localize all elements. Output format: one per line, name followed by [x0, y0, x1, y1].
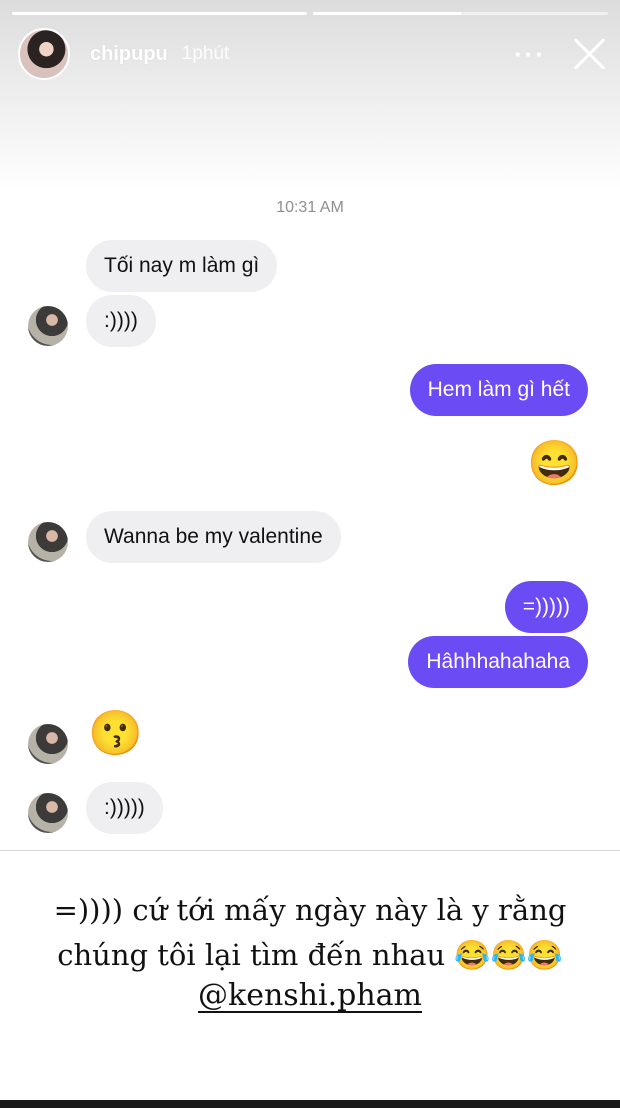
post-time: 1phút: [181, 43, 230, 64]
sender-avatar: [28, 306, 68, 346]
sender-avatar: [28, 793, 68, 833]
story-view: chipupu 1phút ··· 10:31 AM Tối nay m làm…: [0, 0, 620, 1108]
message-bubble-incoming: :)))): [86, 295, 156, 347]
story-header: chipupu 1phút ···: [18, 28, 606, 80]
message-bubble-outgoing: Hem làm gì hết: [409, 364, 588, 416]
mention-link[interactable]: @kenshi.pham: [0, 974, 620, 1018]
chat-timestamp: 10:31 AM: [276, 199, 344, 216]
caption-line-2: chúng tôi lại tìm đến nhau 😂😂😂: [57, 938, 563, 972]
message-bubble-outgoing: Hâhhhahahaha: [408, 636, 588, 688]
progress-segment-2: [313, 12, 608, 15]
username[interactable]: chipupu: [90, 43, 168, 66]
caption-line-1: =)))) cứ tới mấy ngày này là y rằng: [53, 893, 567, 927]
mention-text[interactable]: @kenshi.pham: [198, 978, 422, 1013]
avatar[interactable]: [18, 28, 70, 80]
message-bubble-incoming: Wanna be my valentine: [86, 511, 341, 563]
grinning-emoji-icon: 😄: [527, 439, 582, 488]
story-progress-bar: [12, 12, 608, 15]
message-bubble-incoming: Tối nay m làm gì: [86, 240, 278, 292]
story-caption: =)))) cứ tới mấy ngày này là y rằng chún…: [0, 888, 620, 978]
close-icon[interactable]: [572, 37, 606, 71]
message-bubble-incoming: :))))): [86, 782, 163, 834]
progress-segment-1: [12, 12, 307, 15]
sender-avatar: [28, 522, 68, 562]
message-bubble-outgoing: =))))): [504, 581, 588, 633]
kissing-emoji-icon: 😗: [88, 709, 143, 758]
divider: [0, 850, 620, 851]
more-options-icon[interactable]: ···: [514, 41, 546, 67]
bottom-edge: [0, 1100, 620, 1108]
sender-avatar: [28, 724, 68, 764]
